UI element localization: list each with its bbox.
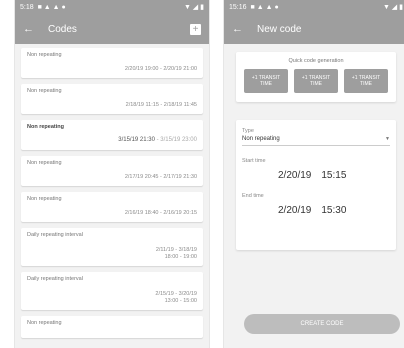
code-dates: 2/15/19 - 3/20/19 13:00 - 15:00 <box>155 290 197 304</box>
page-title: Codes <box>48 23 77 35</box>
type-value: Non repeating <box>242 136 280 142</box>
status-bar: 15:16 ■ ▲ ▲ ● ▼ ◢ ▮ <box>224 0 404 14</box>
quick-button-2[interactable]: +1 TRANSIT TIME <box>294 69 338 93</box>
code-card[interactable]: Daily repeating interval 2/15/19 - 3/20/… <box>21 272 203 310</box>
quick-generation-label: Quick code generation <box>288 58 344 64</box>
start-date-field[interactable]: 2/20/19 <box>278 170 311 181</box>
notification-icons: ■ ▲ ▲ ● <box>250 3 279 11</box>
app-bar: ← New code <box>224 14 404 44</box>
code-card[interactable]: Non repeating 2/16/19 18:40 - 2/16/19 20… <box>21 192 203 222</box>
code-type: Daily repeating interval <box>27 276 83 282</box>
code-end: - 3/15/19 23:00 <box>154 137 197 144</box>
code-start: 3/15/19 21:30 <box>118 137 155 144</box>
code-card[interactable]: Non repeating 2/20/19 19:00 - 2/20/19 21… <box>21 48 203 78</box>
end-time-field[interactable]: 15:30 <box>321 205 346 216</box>
code-card[interactable]: Daily repeating interval 2/11/19 - 3/18/… <box>21 228 203 266</box>
end-time-label: End time <box>242 193 264 199</box>
code-type: Non repeating <box>27 52 62 58</box>
end-date-field[interactable]: 2/20/19 <box>278 205 311 216</box>
signal-battery-icon: ▼ ◢ ▮ <box>382 4 403 11</box>
code-card[interactable]: Non repeating <box>21 316 203 338</box>
code-dates: 2/20/19 19:00 - 2/20/19 21:00 <box>124 65 197 72</box>
status-bar: 5:18 ■ ▲ ▲ ● ▼ ◢ ▮ <box>15 0 209 14</box>
create-code-button[interactable]: CREATE CODE <box>244 314 400 334</box>
code-card[interactable]: Non repeating 2/17/19 20:45 - 2/17/19 21… <box>21 156 203 186</box>
code-type: Non repeating <box>27 196 62 202</box>
type-select[interactable]: Non repeating ▼ <box>242 134 390 146</box>
notification-icons: ■ ▲ ▲ ● <box>37 3 66 11</box>
start-time-label: Start time <box>242 158 266 164</box>
code-type: Non repeating <box>27 124 64 130</box>
code-form: Type Non repeating ▼ Start time 2/20/19 … <box>236 120 396 250</box>
chevron-down-icon: ▼ <box>385 136 390 142</box>
code-type: Non repeating <box>27 320 62 326</box>
code-dates: 3/15/19 21:30 - 3/15/19 23:00 <box>118 137 197 145</box>
page-title: New code <box>257 23 302 35</box>
code-type: Daily repeating interval <box>27 232 83 238</box>
add-code-button[interactable]: + <box>190 23 201 35</box>
status-time: 5:18 <box>20 3 34 11</box>
code-type: Non repeating <box>27 160 62 166</box>
codes-screen: 5:18 ■ ▲ ▲ ● ▼ ◢ ▮ ← Codes + Non repeati… <box>14 0 210 348</box>
quick-button-3[interactable]: +1 TRANSIT TIME <box>344 69 388 93</box>
start-time-field[interactable]: 15:15 <box>321 170 346 181</box>
code-dates: 2/16/19 18:40 - 2/16/19 20:15 <box>124 209 197 216</box>
app-bar: ← Codes + <box>15 14 209 44</box>
code-type: Non repeating <box>27 88 62 94</box>
quick-generation-panel: Quick code generation +1 TRANSIT TIME +1… <box>236 52 396 102</box>
quick-button-1[interactable]: +1 TRANSIT TIME <box>244 69 288 93</box>
code-card[interactable]: Non repeating 3/15/19 21:30 - 3/15/19 23… <box>21 120 203 150</box>
back-arrow-icon[interactable]: ← <box>23 23 34 35</box>
new-code-screen: 15:16 ■ ▲ ▲ ● ▼ ◢ ▮ ← New code Quick cod… <box>223 0 404 348</box>
code-card[interactable]: Non repeating 2/18/19 11:15 - 2/18/19 11… <box>21 84 203 114</box>
status-time: 15:16 <box>229 3 247 11</box>
code-dates: 2/11/19 - 3/18/19 18:00 - 19:00 <box>155 246 197 260</box>
signal-battery-icon: ▼ ◢ ▮ <box>183 4 204 11</box>
back-arrow-icon[interactable]: ← <box>232 23 243 35</box>
code-dates: 2/18/19 11:15 - 2/18/19 11:45 <box>125 101 197 108</box>
code-dates: 2/17/19 20:45 - 2/17/19 21:30 <box>124 173 197 180</box>
codes-list: Non repeating 2/20/19 19:00 - 2/20/19 21… <box>15 44 209 348</box>
